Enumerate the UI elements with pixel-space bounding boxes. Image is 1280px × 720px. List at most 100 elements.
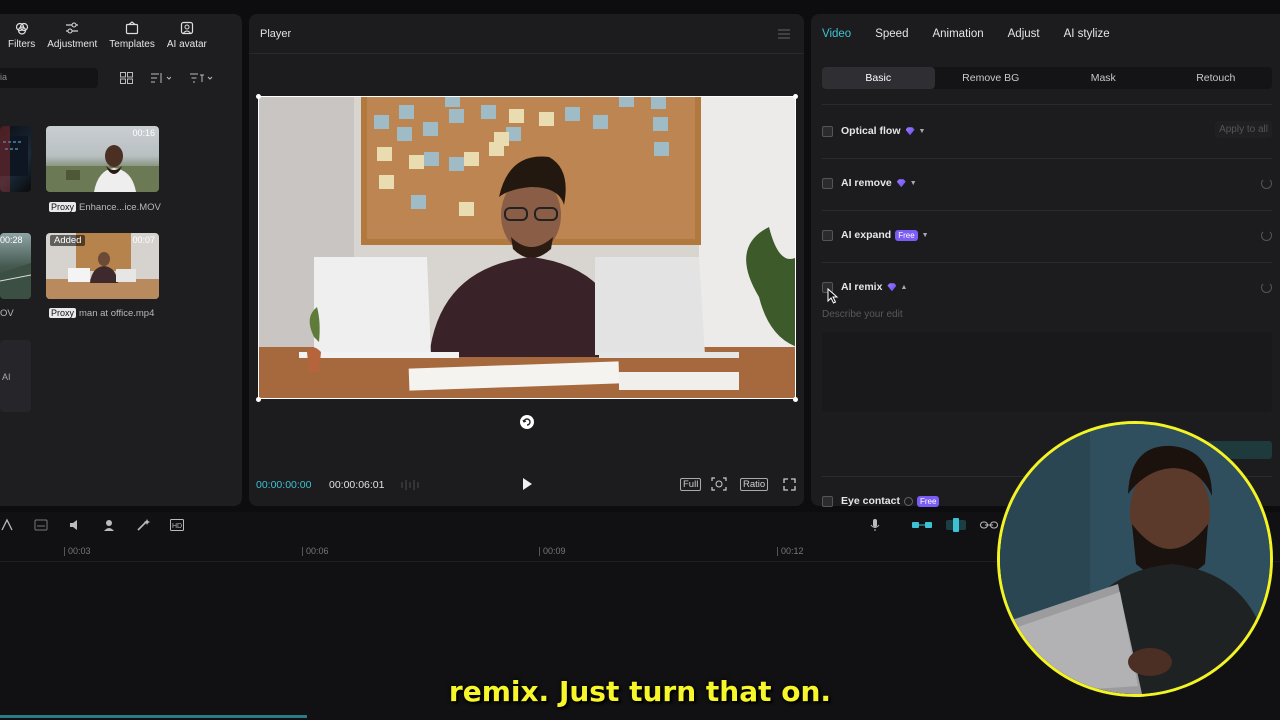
chevron-down-icon[interactable]: ▼	[910, 180, 917, 187]
time-tick: 00:09	[539, 546, 566, 556]
apply-all-button[interactable]: Apply to all	[1215, 121, 1272, 138]
media-thumb-man-office[interactable]: Added 00:07	[46, 233, 159, 299]
ai-expand-label: AI expand Free ▼	[841, 229, 929, 241]
media-search-input[interactable]: ia	[0, 68, 98, 88]
magnet-icon[interactable]	[946, 518, 966, 532]
premium-icon	[896, 179, 906, 188]
ai-remove-label: AI remove ▼	[841, 177, 917, 189]
auto-reframe-icon[interactable]	[0, 518, 14, 532]
media-filter-row: ia	[0, 68, 242, 90]
play-icon[interactable]	[522, 478, 532, 490]
reset-icon[interactable]	[1261, 178, 1272, 189]
info-icon[interactable]	[903, 496, 913, 506]
cursor-icon	[827, 288, 839, 304]
optical-flow-label: Optical flow ▼	[841, 125, 926, 137]
microphone-icon[interactable]	[869, 518, 881, 532]
media-thumb-enhance[interactable]: 00:16	[46, 126, 159, 192]
chain-icon[interactable]	[980, 520, 998, 530]
ai-avatar-icon	[179, 20, 195, 36]
ai-remix-row: AI remix ▲	[822, 278, 1272, 304]
media-thumb-partial-1[interactable]	[0, 126, 31, 192]
hd-icon[interactable]: HD	[170, 518, 184, 532]
premium-icon	[905, 127, 915, 136]
eye-contact-checkbox[interactable]	[822, 496, 833, 507]
menu-icon[interactable]	[778, 29, 790, 39]
sort-icon[interactable]	[151, 71, 171, 85]
subtitle-caption: remix. Just turn that on.	[448, 675, 832, 708]
divider	[822, 104, 1272, 105]
svg-text:HD: HD	[172, 523, 182, 530]
caption-icon[interactable]	[34, 518, 48, 532]
reset-icon[interactable]	[1261, 282, 1272, 293]
current-time: 00:00:00:00	[256, 479, 312, 491]
filters-icon	[14, 20, 30, 36]
thumb-filename: man at office.mp4	[79, 308, 155, 319]
thumb-duration: 00:07	[132, 235, 155, 245]
time-tick: 00:03	[64, 546, 91, 556]
free-badge: Free	[895, 229, 918, 241]
thumb-duration: 00:16	[132, 128, 155, 138]
subtab-remove-bg[interactable]: Remove BG	[935, 67, 1048, 89]
full-button[interactable]: Full	[680, 478, 702, 491]
ai-remove-checkbox[interactable]	[822, 178, 833, 189]
filter-icon[interactable]	[190, 71, 214, 85]
chevron-up-icon[interactable]: ▲	[900, 284, 907, 291]
ai-remix-label: AI remix ▲	[841, 281, 908, 293]
crop-handle-tr[interactable]	[793, 94, 798, 99]
rotate-icon[interactable]	[520, 415, 534, 429]
thumb-label-man-office: Proxy man at office.mp4	[49, 308, 154, 319]
player-title: Player	[260, 28, 292, 40]
crop-handle-bl[interactable]	[256, 397, 261, 402]
scroll-bar[interactable]	[0, 715, 307, 718]
chevron-down-icon[interactable]: ▼	[919, 128, 926, 135]
media-toolbar: Filters Adjustment Templates AI avatar	[0, 20, 242, 54]
ai-avatar-button[interactable]: AI avatar	[161, 20, 213, 54]
keyboard-image	[0, 126, 28, 192]
templates-label: Templates	[109, 39, 155, 50]
tab-ai-stylize[interactable]: AI stylize	[1064, 28, 1110, 40]
adjustment-button[interactable]: Adjustment	[41, 20, 103, 54]
video-preview[interactable]	[258, 96, 796, 399]
time-tick: 00:06	[302, 546, 329, 556]
premium-icon	[887, 283, 897, 292]
audio-icon[interactable]	[68, 518, 82, 532]
crop-handle-tl[interactable]	[256, 94, 261, 99]
templates-button[interactable]: Templates	[103, 20, 161, 54]
top-bar	[0, 0, 1280, 8]
tab-adjust[interactable]: Adjust	[1008, 28, 1040, 40]
remix-prompt-input[interactable]	[822, 332, 1272, 412]
reset-icon[interactable]	[1261, 230, 1272, 241]
adjustment-icon	[64, 20, 80, 36]
subtab-basic[interactable]: Basic	[822, 67, 935, 89]
grid-view-icon[interactable]	[120, 71, 133, 85]
tab-speed[interactable]: Speed	[875, 28, 908, 40]
thumb-filename: Enhance...ice.MOV	[79, 202, 161, 213]
presenter-image	[1000, 424, 1270, 694]
divider	[822, 210, 1272, 211]
link-track-icon[interactable]	[912, 520, 932, 530]
chevron-down-icon[interactable]: ▼	[922, 232, 929, 239]
adjustment-label: Adjustment	[47, 39, 98, 50]
tab-animation[interactable]: Animation	[932, 28, 983, 40]
person-icon[interactable]	[102, 518, 116, 532]
focus-icon[interactable]	[711, 477, 727, 491]
tab-video[interactable]: Video	[822, 28, 851, 40]
optical-flow-checkbox[interactable]	[822, 126, 833, 137]
fullscreen-icon[interactable]	[783, 478, 796, 491]
templates-icon	[124, 20, 140, 36]
thumb-label-partial: OV	[0, 308, 14, 319]
subtab-mask[interactable]: Mask	[1047, 67, 1160, 89]
ratio-button[interactable]: Ratio	[740, 478, 769, 491]
magic-wand-icon[interactable]	[136, 518, 150, 532]
thumb-ai-label: AI	[2, 372, 11, 382]
filters-button[interactable]: Filters	[0, 20, 41, 54]
total-time: 00:00:06:01	[329, 479, 385, 491]
ai-expand-checkbox[interactable]	[822, 230, 833, 241]
media-thumb-ai[interactable]: AI	[0, 340, 31, 412]
subtab-retouch[interactable]: Retouch	[1160, 67, 1273, 89]
crop-handle-br[interactable]	[793, 397, 798, 402]
media-panel: Filters Adjustment Templates AI avatar i…	[0, 14, 242, 506]
media-thumb-partial-2[interactable]: 00:28	[0, 233, 31, 299]
player-header: Player	[249, 14, 804, 54]
ai-expand-row: AI expand Free ▼	[822, 226, 1272, 246]
